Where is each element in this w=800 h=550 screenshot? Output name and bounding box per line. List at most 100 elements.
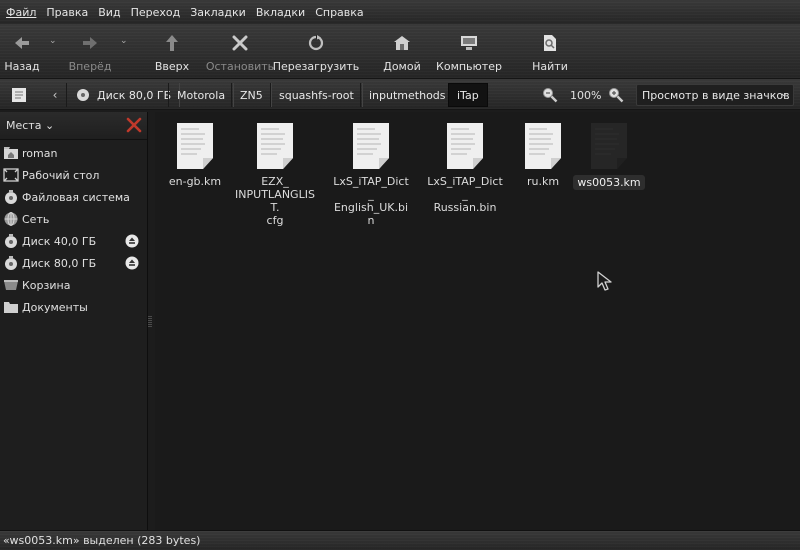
crumb-inputmethods[interactable]: inputmethods xyxy=(360,83,455,107)
text-file-icon xyxy=(353,123,389,169)
menu-go[interactable]: Переход xyxy=(131,6,181,19)
menu-help-label: Справка xyxy=(315,5,364,19)
sidebar-item-disk-80[interactable]: Диск 80,0 ГБ xyxy=(0,252,147,274)
text-file-icon xyxy=(177,123,213,169)
file-name: LxS_iTAP_Dict_ English_UK.bin xyxy=(333,175,409,227)
search-button[interactable]: Найти xyxy=(530,30,570,76)
crumb-scroll-left-icon[interactable]: ‹ xyxy=(48,84,62,106)
stop-label: Остановить xyxy=(205,60,275,73)
network-icon xyxy=(3,211,19,227)
sidebar-item-label: Сеть xyxy=(22,212,50,226)
sidebar-item-network[interactable]: Сеть xyxy=(0,208,147,230)
zoom-in-icon xyxy=(609,88,624,103)
file-name: ru.km xyxy=(526,175,560,188)
file-name: ws0053.km xyxy=(573,175,645,190)
close-sidebar-button[interactable] xyxy=(126,117,142,136)
file-item[interactable]: LxS_iTAP_Dict_ English_UK.bin xyxy=(331,122,411,227)
file-name: en-gb.km xyxy=(168,175,222,188)
back-button[interactable]: Назад xyxy=(4,30,40,76)
folder-icon xyxy=(3,299,19,315)
crumb-zn5-label: ZN5 xyxy=(240,88,263,102)
computer-icon xyxy=(458,32,480,54)
up-arrow-icon xyxy=(161,32,183,54)
sidebar-item-label: Диск 80,0 ГБ xyxy=(22,256,97,270)
crumb-motorola[interactable]: Motorola xyxy=(168,83,235,107)
file-item[interactable]: en-gb.km xyxy=(155,122,235,188)
menu-view-label: Вид xyxy=(98,5,121,19)
menu-edit-label: Правка xyxy=(46,5,89,19)
zoom-out-button[interactable] xyxy=(542,84,558,106)
menu-tabs-label: Вкладки xyxy=(255,5,306,19)
forward-history-dropdown-icon[interactable]: ⌄ xyxy=(120,36,128,46)
crumb-itap[interactable]: iTap xyxy=(448,83,488,107)
crumb-itap-label: iTap xyxy=(457,88,479,102)
menu-tabs[interactable]: Вкладки xyxy=(256,6,305,19)
drive-icon xyxy=(3,255,19,271)
trash-icon xyxy=(3,277,19,293)
menubar: Файл Правка Вид Переход Закладки Вкладки… xyxy=(0,0,800,24)
sidebar-item-label: Диск 40,0 ГБ xyxy=(22,234,97,248)
back-label: Назад xyxy=(4,60,40,73)
home-button[interactable]: Домой xyxy=(382,30,422,76)
zoom-in-button[interactable] xyxy=(608,84,624,106)
up-button[interactable]: Вверх xyxy=(152,30,192,76)
sidebar-item-filesystem[interactable]: Файловая система xyxy=(0,186,147,208)
forward-button[interactable]: Вперёд xyxy=(68,30,112,76)
file-item[interactable]: EZX_ INPUTLANGLIST. cfg xyxy=(235,122,315,227)
drive-icon xyxy=(77,89,89,101)
zoom-level: 100% xyxy=(570,89,602,102)
toolbar: Назад ⌄ Вперёд ⌄ Вверх Остановить Переза… xyxy=(0,24,800,78)
sidebar-item-label: Рабочий стол xyxy=(22,168,100,182)
search-icon xyxy=(539,32,561,54)
home-folder-icon xyxy=(3,145,19,161)
crumb-squashfs-root[interactable]: squashfs-root xyxy=(270,83,363,107)
stop-icon xyxy=(229,32,251,54)
file-name: EZX_ INPUTLANGLIST. cfg xyxy=(235,175,315,227)
desktop-icon xyxy=(3,167,19,183)
sidebar-item-roman[interactable]: roman xyxy=(0,142,147,164)
home-icon xyxy=(391,32,413,54)
sidebar-item-desktop[interactable]: Рабочий стол xyxy=(0,164,147,186)
sidebar-header: Места ⌄ xyxy=(0,112,147,140)
stop-button[interactable]: Остановить xyxy=(205,30,275,76)
sidebar-item-disk-40[interactable]: Диск 40,0 ГБ xyxy=(0,230,147,252)
status-text: «ws0053.km» выделен (283 bytes) xyxy=(3,534,201,547)
sidebar-title: Места xyxy=(6,119,42,132)
crumb-inputmethods-label: inputmethods xyxy=(369,88,446,102)
sidebar-item-documents[interactable]: Документы xyxy=(0,296,147,318)
menu-view[interactable]: Вид xyxy=(98,6,120,19)
menu-go-label: Переход xyxy=(130,5,181,19)
view-mode-value: Просмотр в виде значков xyxy=(642,88,790,102)
sidebar-item-trash[interactable]: Корзина xyxy=(0,274,147,296)
menu-edit[interactable]: Правка xyxy=(46,6,88,19)
text-file-icon xyxy=(257,123,293,169)
sidebar-title-dropdown[interactable]: Места ⌄ xyxy=(6,119,54,132)
eject-button[interactable] xyxy=(125,234,139,251)
toggle-location-entry-button[interactable] xyxy=(8,84,30,106)
reload-label: Перезагрузить xyxy=(272,60,360,73)
crumb-disk[interactable]: Диск 80,0 ГБ xyxy=(66,83,181,107)
computer-button[interactable]: Компьютер xyxy=(436,30,502,76)
reload-icon xyxy=(305,32,327,54)
home-label: Домой xyxy=(383,60,421,73)
file-name: LxS_iTAP_Dict_ Russian.bin xyxy=(427,175,503,214)
menu-bookmarks[interactable]: Закладки xyxy=(190,6,246,19)
back-history-dropdown-icon[interactable]: ⌄ xyxy=(49,36,57,46)
menu-bookmarks-label: Закладки xyxy=(190,5,246,19)
menu-help[interactable]: Справка xyxy=(315,6,363,19)
text-file-icon xyxy=(447,123,483,169)
text-entry-icon xyxy=(12,88,26,102)
menu-file[interactable]: Файл xyxy=(6,6,36,19)
file-item-selected[interactable]: ws0053.km xyxy=(569,122,649,190)
zoom-out-icon xyxy=(543,88,558,103)
crumb-zn5[interactable]: ZN5 xyxy=(231,83,272,107)
status-bar: «ws0053.km» выделен (283 bytes) xyxy=(0,530,800,550)
file-item[interactable]: LxS_iTAP_Dict_ Russian.bin xyxy=(425,122,505,214)
view-mode-select[interactable]: Просмотр в виде значков ⌄ xyxy=(636,84,794,106)
reload-button[interactable]: Перезагрузить xyxy=(273,30,359,76)
back-arrow-icon xyxy=(11,32,33,54)
crumb-squashfs-label: squashfs-root xyxy=(279,88,354,102)
sidebar-resize-handle[interactable] xyxy=(148,316,152,328)
eject-button[interactable] xyxy=(125,256,139,273)
file-view[interactable]: en-gb.km EZX_ INPUTLANGLIST. cfg LxS_iTA… xyxy=(155,112,800,530)
